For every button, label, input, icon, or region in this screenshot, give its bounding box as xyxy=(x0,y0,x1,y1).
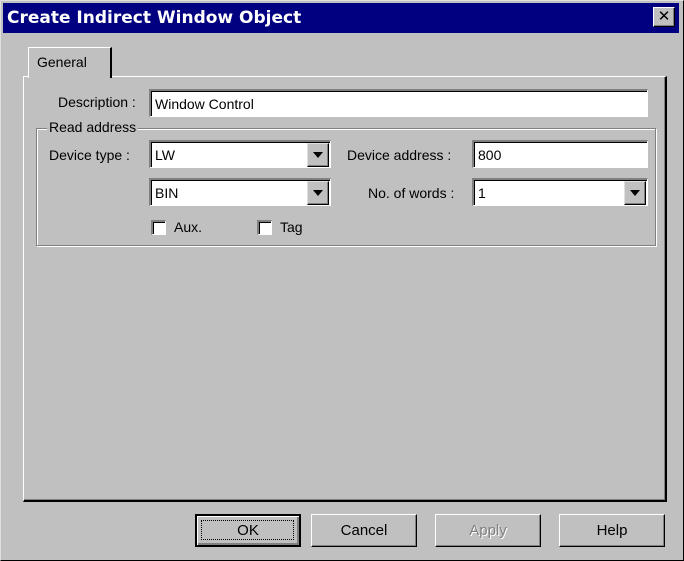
num-words-select[interactable]: 1 xyxy=(472,178,648,206)
cancel-button-label: Cancel xyxy=(340,522,388,539)
device-type-label: Device type : xyxy=(49,147,130,163)
help-button-label: Help xyxy=(596,522,628,539)
num-words-label: No. of words : xyxy=(368,185,455,201)
dialog-window: Create Indirect Window Object ✕ General … xyxy=(0,0,684,561)
description-input[interactable]: Window Control xyxy=(149,89,648,117)
window-title: Create Indirect Window Object xyxy=(7,8,302,28)
read-address-group-title: Read address xyxy=(47,119,139,135)
tab-general-label: General xyxy=(37,54,87,70)
chevron-down-icon xyxy=(630,190,640,196)
device-type-select[interactable]: LW xyxy=(149,140,331,168)
num-words-value: 1 xyxy=(478,185,486,201)
device-address-label: Device address : xyxy=(347,147,452,163)
title-bar[interactable]: Create Indirect Window Object ✕ xyxy=(3,3,679,33)
close-icon: ✕ xyxy=(657,7,671,25)
close-button[interactable]: ✕ xyxy=(653,7,675,27)
tag-checkbox[interactable] xyxy=(257,220,272,235)
data-format-value: BIN xyxy=(155,185,179,201)
data-format-dropdown-button[interactable] xyxy=(307,181,329,205)
cancel-button[interactable]: Cancel xyxy=(311,514,417,547)
data-format-select[interactable]: BIN xyxy=(149,178,331,206)
device-address-value: 800 xyxy=(478,147,502,163)
device-type-value: LW xyxy=(155,147,175,163)
device-address-input[interactable]: 800 xyxy=(472,140,648,168)
chevron-down-icon xyxy=(313,152,323,158)
device-type-dropdown-button[interactable] xyxy=(307,143,329,167)
apply-button-label: Apply xyxy=(469,522,507,539)
tab-general[interactable]: General xyxy=(28,47,112,78)
help-button[interactable]: Help xyxy=(559,514,665,547)
tag-label: Tag xyxy=(280,219,303,235)
ok-button[interactable]: OK xyxy=(195,514,301,547)
description-value: Window Control xyxy=(155,96,254,112)
description-label: Description : xyxy=(58,94,136,110)
aux-checkbox[interactable] xyxy=(151,220,166,235)
num-words-dropdown-button[interactable] xyxy=(624,181,646,205)
focus-ring xyxy=(201,520,294,540)
aux-label: Aux. xyxy=(174,219,203,235)
apply-button[interactable]: Apply xyxy=(435,514,541,547)
chevron-down-icon xyxy=(313,190,323,196)
